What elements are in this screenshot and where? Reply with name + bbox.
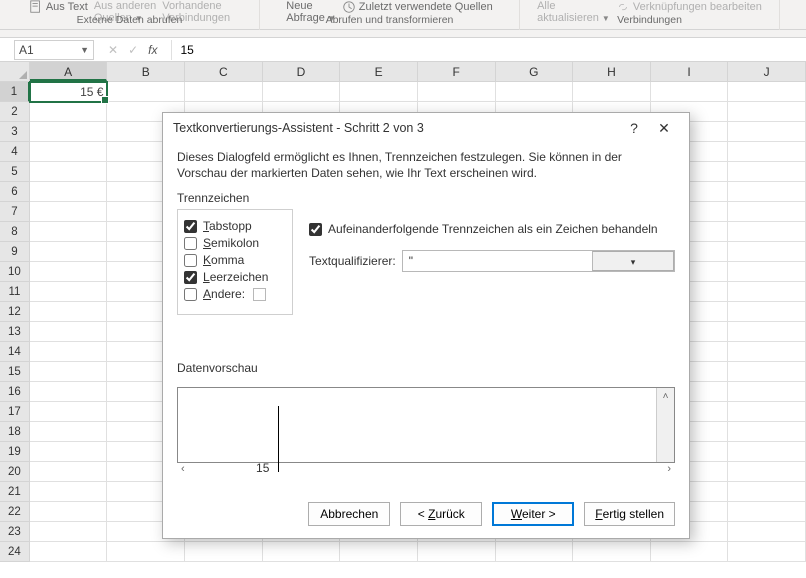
- delimiter-comma-checkbox[interactable]: Komma: [184, 253, 282, 267]
- checkbox-input[interactable]: [184, 220, 197, 233]
- delimiters-label: Trennzeichen: [177, 191, 675, 205]
- close-button[interactable]: ✕: [649, 120, 679, 137]
- checkbox-input[interactable]: [184, 237, 197, 250]
- delimiter-space-checkbox[interactable]: Leerzeichen: [184, 270, 282, 284]
- delimiter-tab-checkbox[interactable]: Tabstopp: [184, 219, 282, 233]
- preview-vertical-scrollbar[interactable]: ˄: [656, 388, 674, 462]
- delimiter-other-input[interactable]: [253, 288, 266, 301]
- text-qualifier-label: Textqualifizierer:: [309, 254, 396, 268]
- checkbox-input[interactable]: [309, 223, 322, 236]
- cell[interactable]: 15 €: [30, 82, 108, 102]
- dialog-title: Textkonvertierungs-Assistent - Schritt 2…: [173, 121, 619, 135]
- help-button[interactable]: ?: [619, 120, 649, 136]
- preview-content: 15: [178, 388, 656, 462]
- checkbox-input[interactable]: [184, 254, 197, 267]
- dialog-titlebar[interactable]: Textkonvertierungs-Assistent - Schritt 2…: [163, 113, 689, 143]
- dropdown-button-icon[interactable]: ▾: [592, 251, 674, 271]
- data-preview-label: Datenvorschau: [177, 361, 675, 375]
- data-preview-box: 15 ˄: [177, 387, 675, 463]
- qualifier-value: ": [403, 254, 592, 268]
- finish-button[interactable]: Fertig stellen: [584, 502, 675, 526]
- consecutive-delimiters-checkbox[interactable]: Aufeinanderfolgende Trennzeichen als ein…: [309, 222, 675, 236]
- delimiter-other-checkbox[interactable]: Andere:: [184, 287, 282, 301]
- scroll-right-icon[interactable]: ›: [667, 463, 671, 480]
- checkbox-input[interactable]: [184, 271, 197, 284]
- scroll-up-icon[interactable]: ˄: [663, 391, 669, 402]
- delimiter-semicolon-checkbox[interactable]: Semikolon: [184, 236, 282, 250]
- checkbox-input[interactable]: [184, 288, 197, 301]
- text-import-wizard-dialog: Textkonvertierungs-Assistent - Schritt 2…: [162, 112, 690, 539]
- next-button[interactable]: Weiter >: [492, 502, 574, 526]
- delimiter-group: Tabstopp Semikolon Komma Leerzeichen: [177, 209, 293, 315]
- text-qualifier-select[interactable]: " ▾: [402, 250, 675, 272]
- cancel-button[interactable]: Abbrechen: [308, 502, 390, 526]
- consecutive-label: Aufeinanderfolgende Trennzeichen als ein…: [328, 222, 658, 236]
- back-button[interactable]: < Zurück: [400, 502, 482, 526]
- dialog-intro-text: Dieses Dialogfeld ermöglicht es Ihnen, T…: [177, 149, 675, 181]
